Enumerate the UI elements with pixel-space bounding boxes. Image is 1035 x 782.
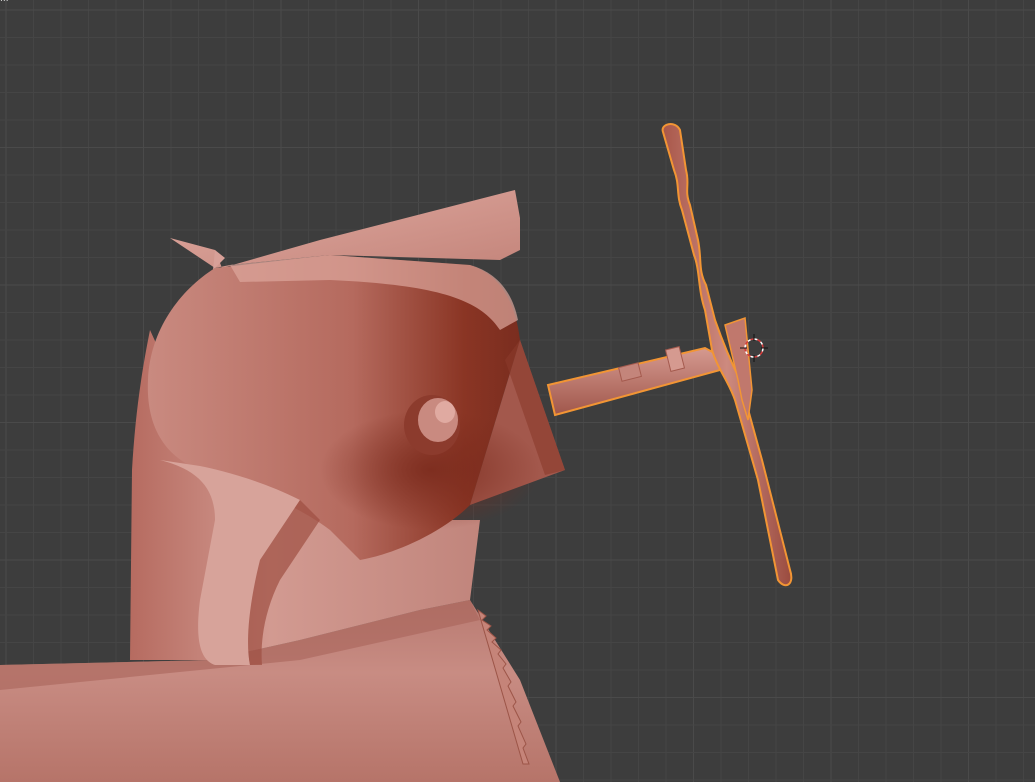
3d-viewport[interactable]: ... <box>0 0 1035 782</box>
steering-column[interactable] <box>546 346 722 417</box>
seat-body[interactable] <box>130 190 565 665</box>
scene <box>0 123 793 782</box>
